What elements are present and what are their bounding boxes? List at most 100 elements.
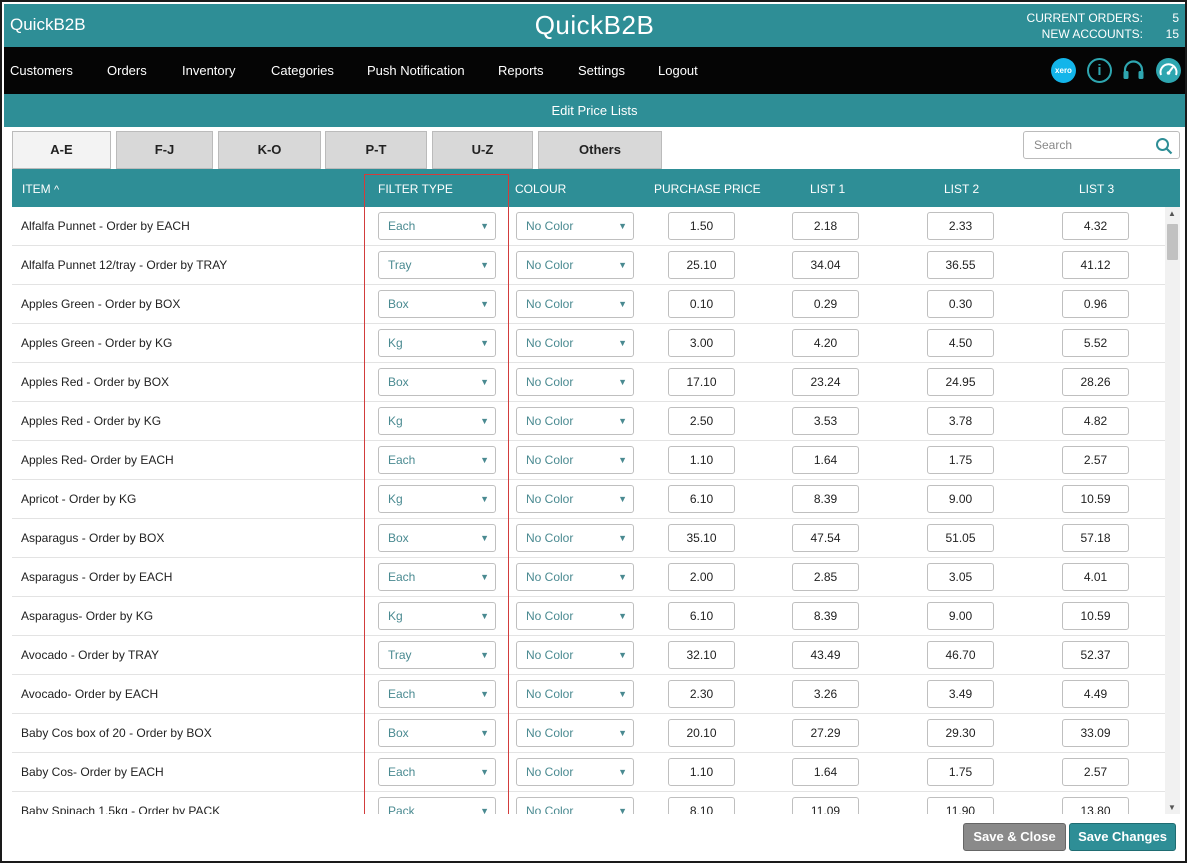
filter-type-select[interactable]: Tray ▼ (378, 251, 496, 279)
list-3-input[interactable]: 2.57 (1062, 446, 1129, 474)
colour-select[interactable]: No Color ▼ (516, 251, 634, 279)
purchase-price-input[interactable]: 25.10 (668, 251, 735, 279)
colour-select[interactable]: No Color ▼ (516, 758, 634, 786)
tab-k-o[interactable]: K-O (218, 131, 321, 169)
purchase-price-input[interactable]: 1.50 (668, 212, 735, 240)
list-1-input[interactable]: 47.54 (792, 524, 859, 552)
filter-type-select[interactable]: Box ▼ (378, 368, 496, 396)
purchase-price-input[interactable]: 6.10 (668, 602, 735, 630)
tab-u-z[interactable]: U-Z (432, 131, 533, 169)
colour-select[interactable]: No Color ▼ (516, 602, 634, 630)
tab-others[interactable]: Others (538, 131, 662, 169)
list-1-input[interactable]: 1.64 (792, 446, 859, 474)
list-3-input[interactable]: 0.96 (1062, 290, 1129, 318)
list-3-input[interactable]: 57.18 (1062, 524, 1129, 552)
list-3-input[interactable]: 10.59 (1062, 485, 1129, 513)
colour-select[interactable]: No Color ▼ (516, 524, 634, 552)
colour-select[interactable]: No Color ▼ (516, 797, 634, 814)
list-2-input[interactable]: 11.90 (927, 797, 994, 814)
save-close-button[interactable]: Save & Close (963, 823, 1066, 851)
filter-type-select[interactable]: Box ▼ (378, 524, 496, 552)
list-3-input[interactable]: 2.57 (1062, 758, 1129, 786)
list-2-input[interactable]: 51.05 (927, 524, 994, 552)
list-2-input[interactable]: 9.00 (927, 602, 994, 630)
nav-settings[interactable]: Settings (578, 63, 625, 78)
list-1-input[interactable]: 3.26 (792, 680, 859, 708)
nav-categories[interactable]: Categories (271, 63, 334, 78)
scroll-down-icon[interactable]: ▼ (1168, 803, 1176, 812)
purchase-price-input[interactable]: 2.30 (668, 680, 735, 708)
colour-select[interactable]: No Color ▼ (516, 485, 634, 513)
purchase-price-input[interactable]: 35.10 (668, 524, 735, 552)
filter-type-select[interactable]: Kg ▼ (378, 485, 496, 513)
nav-inventory[interactable]: Inventory (182, 63, 235, 78)
search-input[interactable] (1034, 138, 1154, 152)
list-1-input[interactable]: 1.64 (792, 758, 859, 786)
nav-logout[interactable]: Logout (658, 63, 698, 78)
list-3-input[interactable]: 4.49 (1062, 680, 1129, 708)
list-3-input[interactable]: 28.26 (1062, 368, 1129, 396)
list-3-input[interactable]: 33.09 (1062, 719, 1129, 747)
colour-select[interactable]: No Color ▼ (516, 212, 634, 240)
filter-type-select[interactable]: Box ▼ (378, 290, 496, 318)
purchase-price-input[interactable]: 3.00 (668, 329, 735, 357)
headset-icon[interactable] (1121, 58, 1146, 83)
list-1-input[interactable]: 2.85 (792, 563, 859, 591)
filter-type-select[interactable]: Each ▼ (378, 446, 496, 474)
list-1-input[interactable]: 34.04 (792, 251, 859, 279)
list-2-input[interactable]: 9.00 (927, 485, 994, 513)
nav-push-notification[interactable]: Push Notification (367, 63, 465, 78)
list-1-input[interactable]: 23.24 (792, 368, 859, 396)
list-3-input[interactable]: 10.59 (1062, 602, 1129, 630)
list-1-input[interactable]: 43.49 (792, 641, 859, 669)
purchase-price-input[interactable]: 6.10 (668, 485, 735, 513)
filter-type-select[interactable]: Kg ▼ (378, 329, 496, 357)
filter-type-select[interactable]: Box ▼ (378, 719, 496, 747)
table-scrollbar[interactable]: ▲ ▼ (1165, 207, 1180, 814)
colour-select[interactable]: No Color ▼ (516, 641, 634, 669)
tab-p-t[interactable]: P-T (325, 131, 427, 169)
info-icon[interactable]: i (1087, 58, 1112, 83)
list-2-input[interactable]: 46.70 (927, 641, 994, 669)
purchase-price-input[interactable]: 8.10 (668, 797, 735, 814)
filter-type-select[interactable]: Pack ▼ (378, 797, 496, 814)
purchase-price-input[interactable]: 1.10 (668, 446, 735, 474)
list-2-input[interactable]: 2.33 (927, 212, 994, 240)
list-2-input[interactable]: 1.75 (927, 446, 994, 474)
nav-customers[interactable]: Customers (10, 63, 73, 78)
filter-type-select[interactable]: Each ▼ (378, 680, 496, 708)
list-1-input[interactable]: 3.53 (792, 407, 859, 435)
colour-select[interactable]: No Color ▼ (516, 719, 634, 747)
nav-orders[interactable]: Orders (107, 63, 147, 78)
filter-type-select[interactable]: Kg ▼ (378, 407, 496, 435)
tab-f-j[interactable]: F-J (116, 131, 213, 169)
list-2-input[interactable]: 1.75 (927, 758, 994, 786)
colour-select[interactable]: No Color ▼ (516, 563, 634, 591)
list-3-input[interactable]: 13.80 (1062, 797, 1129, 814)
list-1-input[interactable]: 4.20 (792, 329, 859, 357)
list-2-input[interactable]: 3.78 (927, 407, 994, 435)
list-2-input[interactable]: 3.05 (927, 563, 994, 591)
purchase-price-input[interactable]: 1.10 (668, 758, 735, 786)
list-1-input[interactable]: 8.39 (792, 602, 859, 630)
colour-select[interactable]: No Color ▼ (516, 680, 634, 708)
list-2-input[interactable]: 0.30 (927, 290, 994, 318)
purchase-price-input[interactable]: 0.10 (668, 290, 735, 318)
save-changes-button[interactable]: Save Changes (1069, 823, 1176, 851)
filter-type-select[interactable]: Each ▼ (378, 758, 496, 786)
filter-type-select[interactable]: Kg ▼ (378, 602, 496, 630)
column-item[interactable]: ITEM ^ (22, 182, 59, 196)
list-3-input[interactable]: 4.82 (1062, 407, 1129, 435)
list-3-input[interactable]: 5.52 (1062, 329, 1129, 357)
list-3-input[interactable]: 4.01 (1062, 563, 1129, 591)
list-3-input[interactable]: 41.12 (1062, 251, 1129, 279)
filter-type-select[interactable]: Each ▼ (378, 212, 496, 240)
purchase-price-input[interactable]: 32.10 (668, 641, 735, 669)
gauge-icon[interactable] (1156, 58, 1181, 83)
list-2-input[interactable]: 29.30 (927, 719, 994, 747)
colour-select[interactable]: No Color ▼ (516, 290, 634, 318)
list-1-input[interactable]: 2.18 (792, 212, 859, 240)
colour-select[interactable]: No Color ▼ (516, 446, 634, 474)
list-2-input[interactable]: 36.55 (927, 251, 994, 279)
tab-a-e[interactable]: A-E (12, 131, 111, 169)
